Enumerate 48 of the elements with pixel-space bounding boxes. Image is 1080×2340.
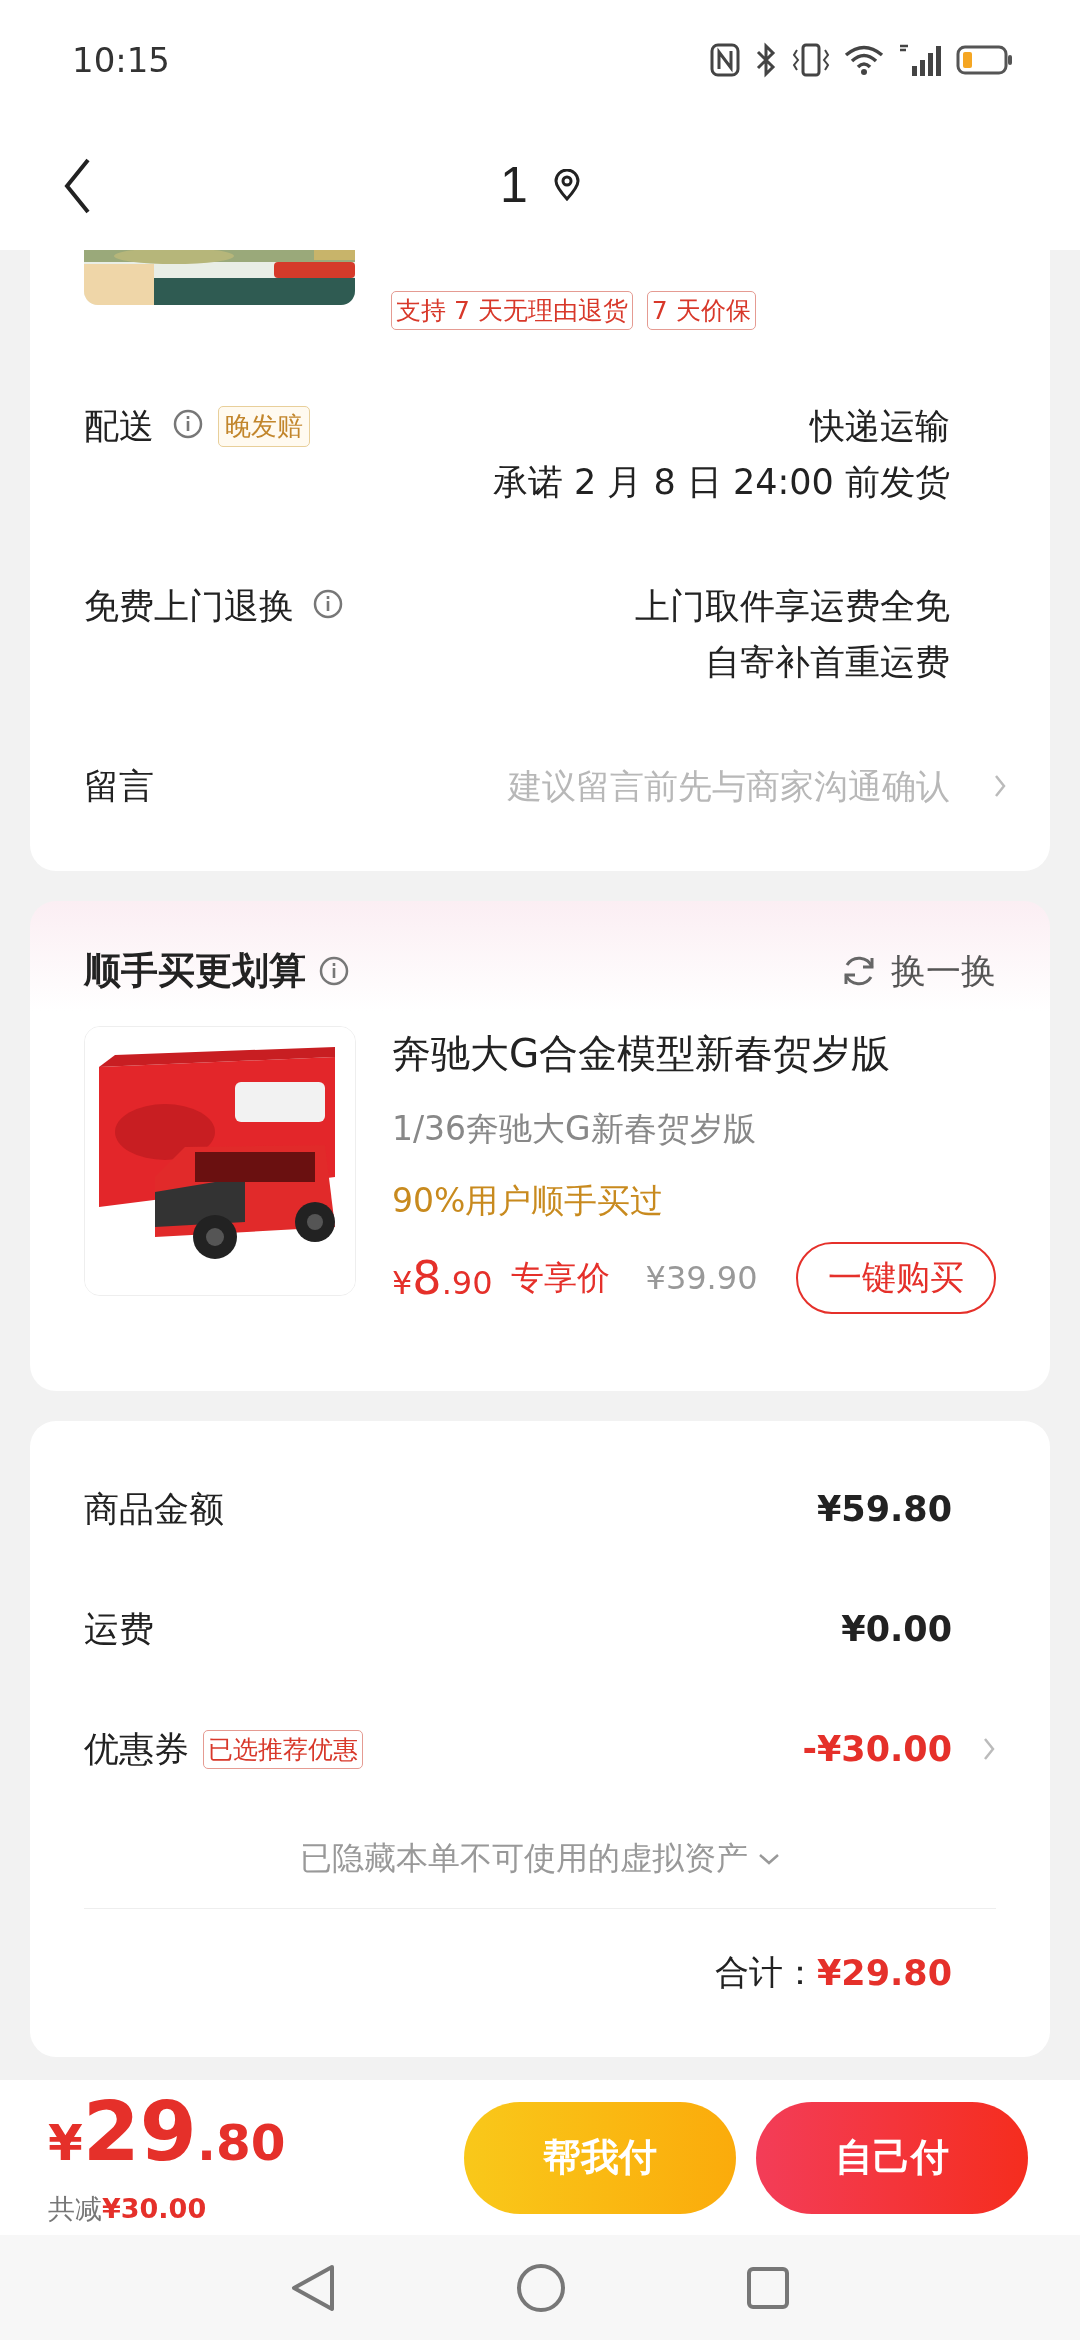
status-time: 10:15	[72, 40, 170, 80]
product-name[interactable]: 奔驰大G合金模型新春贺岁版	[392, 1026, 996, 1082]
buy-button[interactable]: 一键购买	[796, 1242, 996, 1314]
coupon-tag: 已选推荐优惠	[203, 1729, 363, 1769]
pay-button[interactable]: 自己付	[756, 2101, 1028, 2214]
home-icon[interactable]	[516, 2262, 566, 2313]
info-icon[interactable]	[312, 588, 344, 620]
signal-icon	[898, 42, 942, 78]
page-title: 1	[500, 156, 528, 214]
bluetooth-icon	[754, 42, 778, 78]
back-icon[interactable]	[62, 156, 92, 216]
total-label: 合计：	[714, 1951, 817, 1994]
info-icon[interactable]	[172, 408, 204, 440]
row-label: 配送	[84, 405, 154, 448]
product-variant: 1/36奔驰大G新春贺岁版	[392, 1108, 757, 1150]
location-pin-icon	[553, 169, 580, 201]
price-label: 专享价	[510, 1256, 610, 1299]
total-value: ¥29.80	[816, 1953, 952, 1993]
row-label: 免费上门退换	[84, 585, 294, 628]
wifi-icon	[844, 44, 884, 76]
row-label: 商品金额	[84, 1487, 224, 1531]
chevron-down-icon[interactable]	[758, 1851, 780, 1866]
nfc-icon	[710, 43, 740, 77]
product-price: ¥8.90	[392, 1251, 493, 1305]
row-value: 承诺 2 月 8 日 24:00 前发货	[492, 461, 950, 504]
service-tag: 7 天价保	[646, 291, 756, 330]
amount-value: ¥0.00	[841, 1609, 952, 1649]
row-label: 优惠券	[84, 1727, 189, 1771]
late-compensation-tag: 晚发赔	[218, 406, 310, 447]
recents-icon[interactable]	[746, 2265, 790, 2310]
refresh-button[interactable]: 换一换	[841, 947, 996, 995]
hidden-assets-note[interactable]: 已隐藏本单不可使用的虚拟资产	[300, 1836, 748, 1881]
row-label: 运费	[84, 1607, 154, 1651]
savings-text: 共减¥30.00	[48, 2192, 208, 2226]
original-price: ¥39.90	[645, 1259, 758, 1297]
total-price: ¥29.80	[48, 2088, 286, 2181]
row-value: 快递运输	[810, 405, 950, 448]
amount-value: ¥59.80	[816, 1489, 952, 1529]
info-icon[interactable]	[318, 955, 350, 987]
service-tag: 支持 7 天无理由退货	[391, 291, 633, 330]
row-label: 留言	[84, 765, 154, 808]
amount-value[interactable]: -¥30.00	[802, 1729, 952, 1769]
battery-icon	[956, 44, 1014, 76]
vibrate-icon	[792, 42, 830, 78]
row-value: 自寄补首重运费	[705, 641, 950, 684]
section-title: 顺手买更划算	[84, 948, 306, 994]
row-value: 上门取件享运费全免	[635, 585, 950, 628]
purchase-stat: 90%用户顺手买过	[392, 1180, 665, 1222]
